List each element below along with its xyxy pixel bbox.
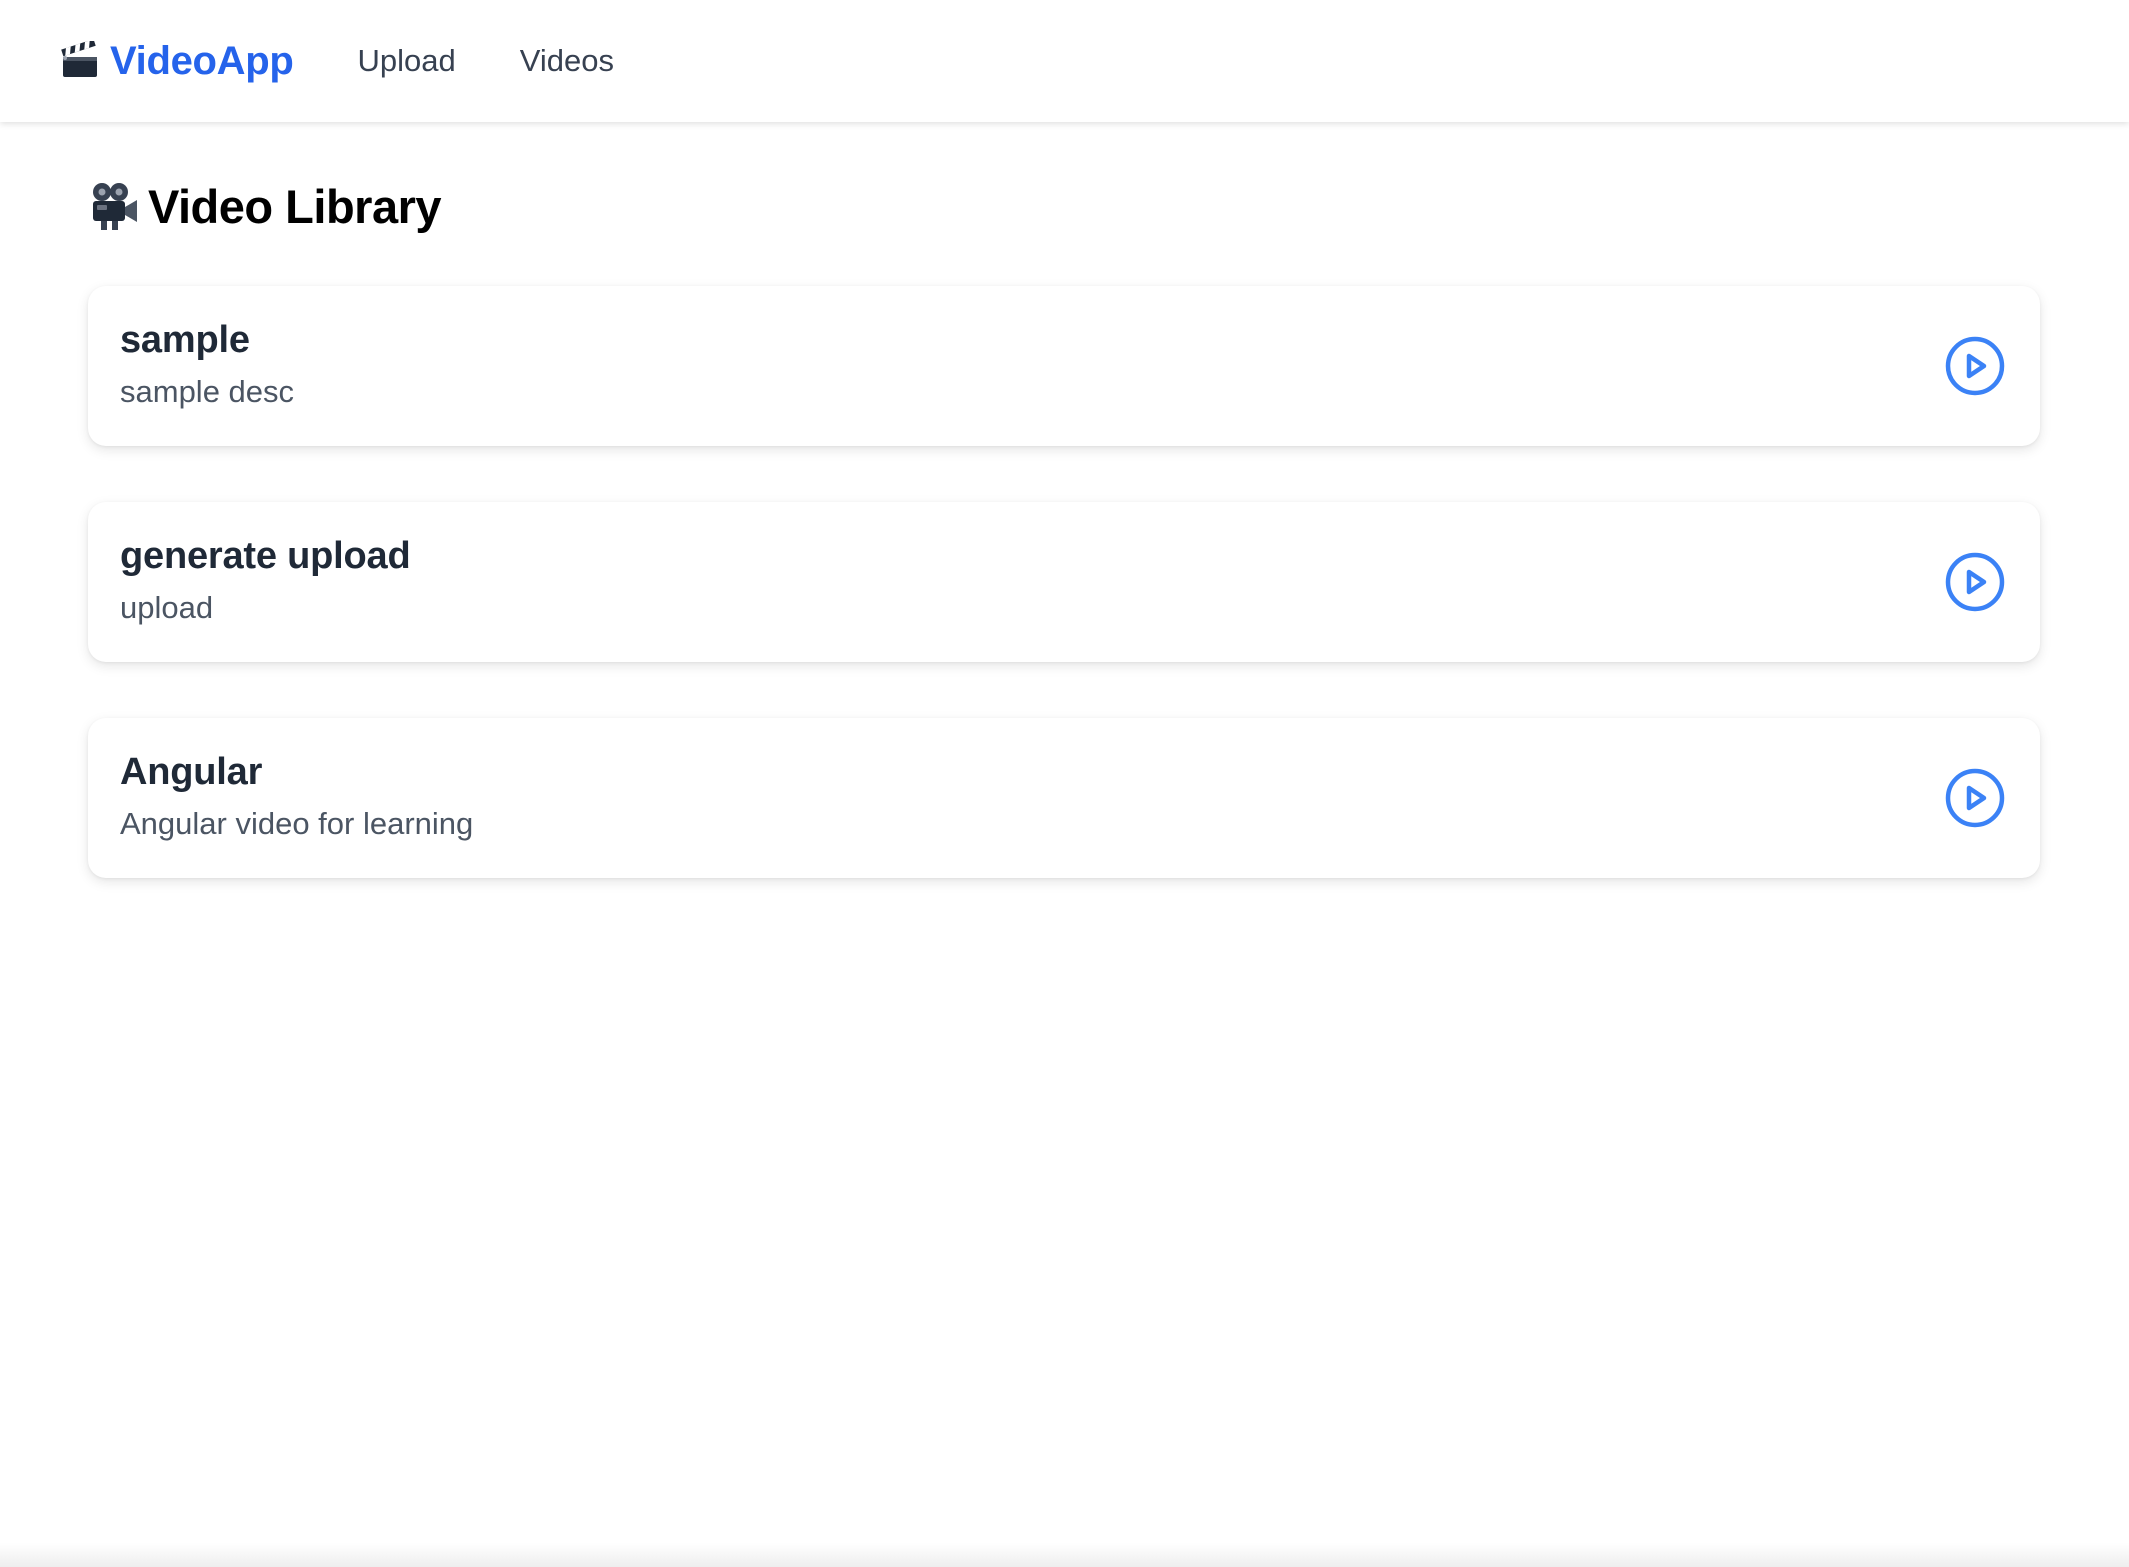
video-description: sample desc [120, 374, 295, 409]
video-description: Angular video for learning [120, 806, 474, 841]
video-list: sample sample desc generate upload uploa… [88, 286, 2043, 878]
video-title: sample [120, 319, 250, 361]
clapper-board-icon [60, 39, 100, 81]
bottom-edge-shadow [0, 1543, 2129, 1567]
video-description: upload [120, 590, 214, 625]
brand-label: VideoApp [110, 38, 294, 83]
video-card-sample[interactable]: sample sample desc [88, 286, 2040, 446]
video-card-angular[interactable]: Angular Angular video for learning [88, 718, 2040, 878]
page-heading: Video Library [88, 176, 2043, 236]
nav-link-videos[interactable]: Videos [520, 43, 614, 79]
main-content: Video Library sample sample desc generat… [88, 122, 2043, 934]
video-title: Angular [120, 751, 263, 793]
nav-link-upload[interactable]: Upload [358, 43, 456, 79]
movie-camera-icon [88, 180, 140, 232]
play-circle-icon[interactable] [1944, 335, 2006, 397]
top-navbar: VideoApp Upload Videos [0, 0, 2129, 122]
video-card-generate-upload[interactable]: generate upload upload [88, 502, 2040, 662]
play-circle-icon[interactable] [1944, 551, 2006, 613]
brand-link[interactable]: VideoApp [60, 39, 294, 84]
page-title: Video Library [148, 179, 442, 233]
play-circle-icon[interactable] [1944, 767, 2006, 829]
video-title: generate upload [120, 535, 411, 577]
